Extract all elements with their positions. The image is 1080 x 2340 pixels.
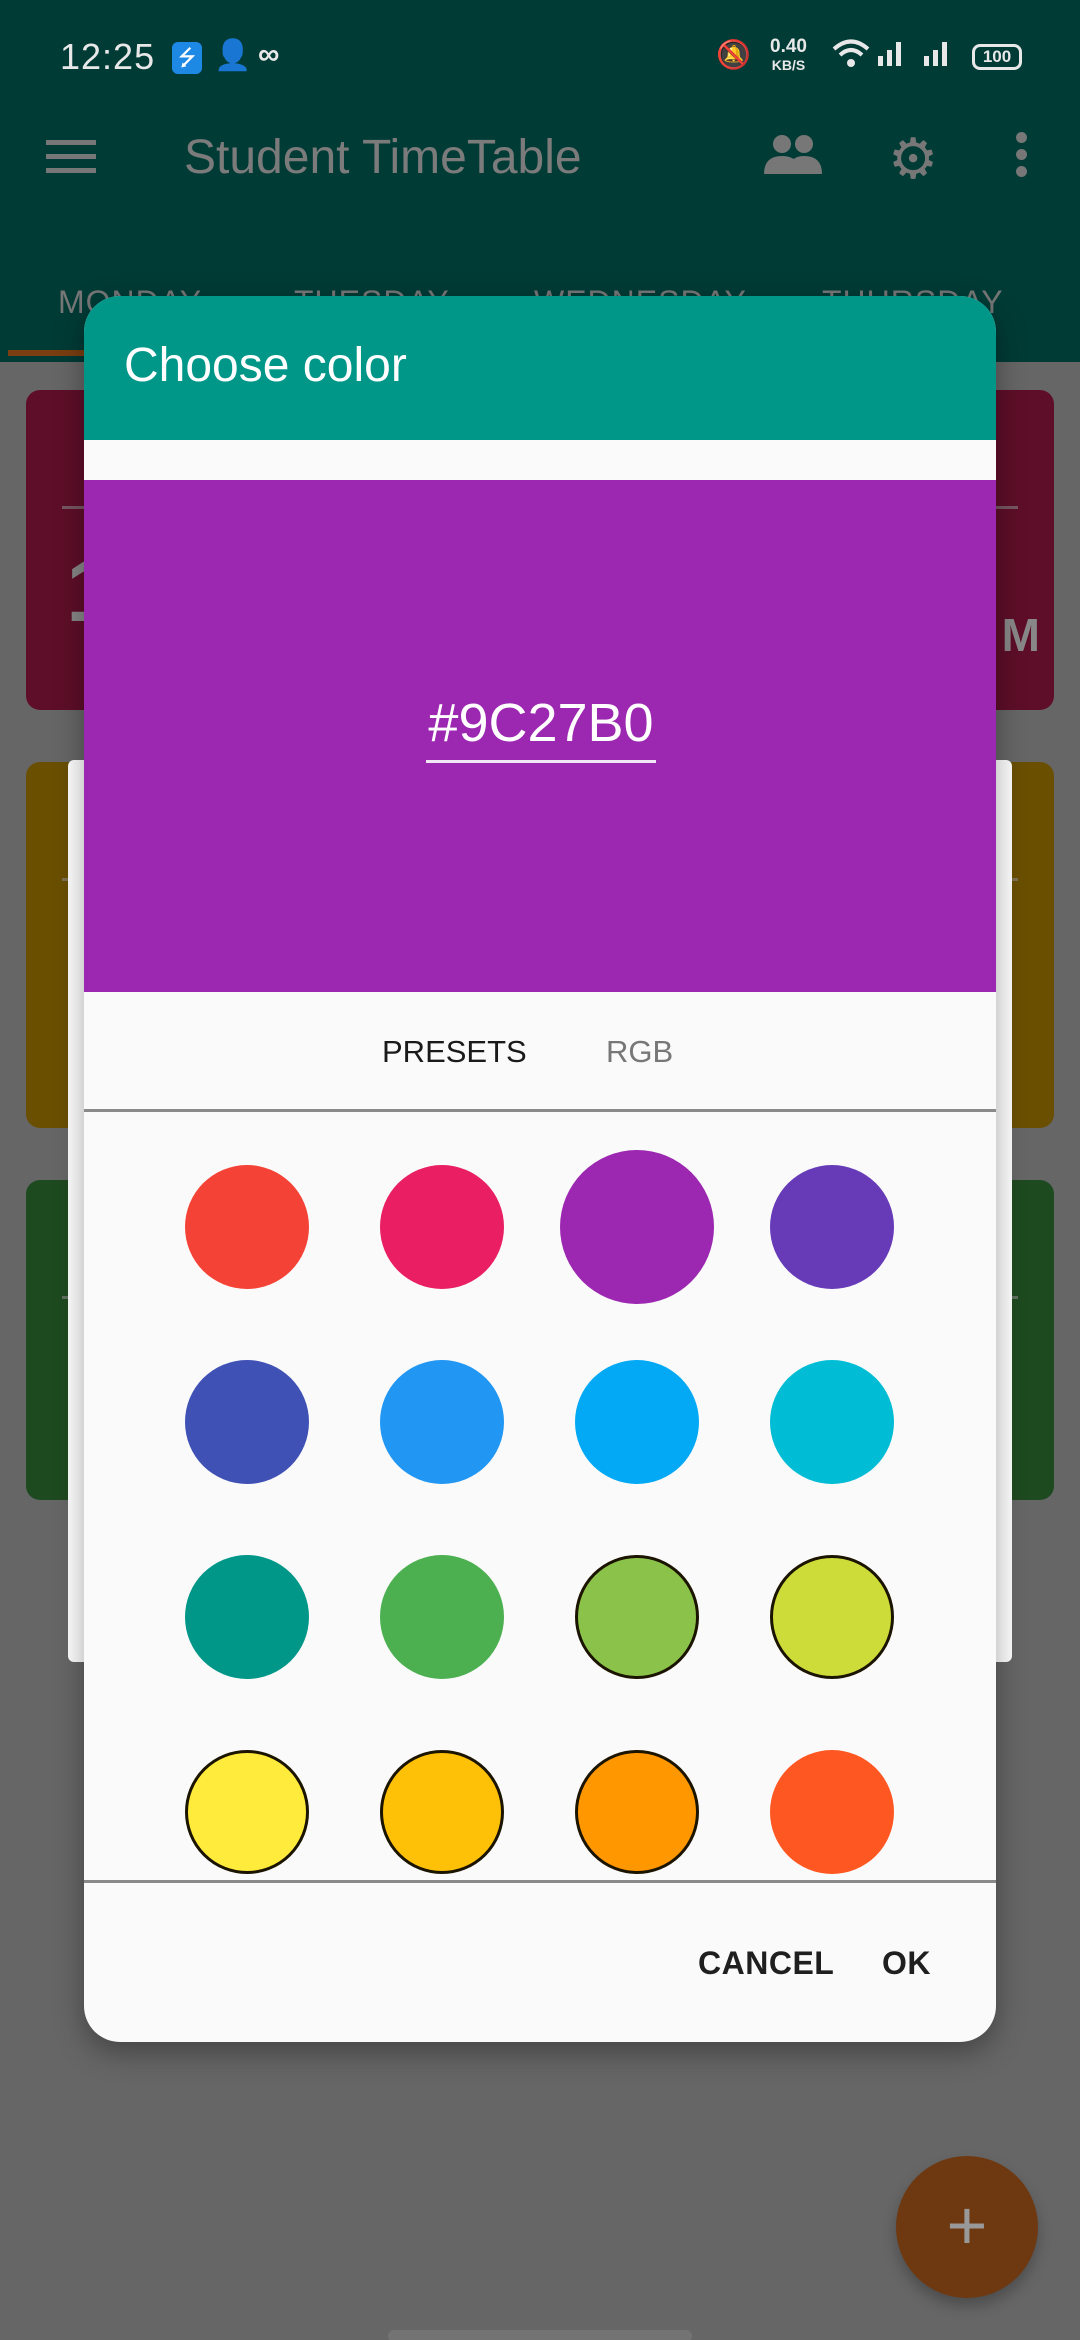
dialog-header: Choose color [84,296,996,440]
dialog-title: Choose color [124,339,407,392]
preset-swatch-grid [84,1112,996,1876]
people-icon[interactable] [764,132,822,187]
color-swatch[interactable] [185,1165,309,1289]
tab-rgb[interactable]: RGB [606,1034,673,1070]
add-subject-fab[interactable]: + [896,2156,1038,2298]
color-mode-tabs: PRESETS RGB [84,992,996,1112]
battery-icon: 100 [972,44,1022,70]
vibrate-silent-icon: 🔕 [716,39,751,70]
cancel-button[interactable]: CANCEL [698,1945,834,1982]
status-time: 12:25 [60,36,156,77]
wifi-icon [832,38,870,78]
color-preview [84,480,996,992]
color-swatch[interactable] [770,1555,894,1679]
color-swatch[interactable] [380,1555,504,1679]
dialog-spacer [84,440,996,480]
color-swatch[interactable] [770,1750,894,1874]
network-speed-unit: KB/S [771,57,806,73]
navigation-gesture-bar[interactable] [388,2330,692,2340]
color-swatch[interactable] [380,1360,504,1484]
color-swatch[interactable] [575,1555,699,1679]
color-swatch[interactable] [185,1360,309,1484]
menu-icon[interactable] [46,140,96,182]
color-swatch[interactable] [185,1555,309,1679]
app-title: Student TimeTable [184,131,582,184]
signal-2-icon [922,38,952,74]
tab-presets[interactable]: PRESETS [382,1034,527,1070]
color-swatch[interactable] [575,1750,699,1874]
add-contact-icon: 👤 [214,39,252,72]
color-swatch[interactable] [575,1360,699,1484]
network-speed: 0.40 KB/S [770,36,807,74]
color-swatch[interactable] [770,1165,894,1289]
more-options-icon[interactable] [1016,132,1028,183]
dialog-actions: CANCEL OK [84,1880,996,2042]
card-ampm-text: M [1001,609,1040,661]
color-swatch[interactable] [770,1360,894,1484]
color-swatch[interactable] [380,1750,504,1874]
choose-color-dialog: Choose color PRESETS RGB CANCEL OK [84,296,996,2042]
loop-icon: ∞ [258,38,280,71]
plus-icon: + [946,2186,988,2264]
network-speed-value: 0.40 [770,36,807,57]
color-swatch[interactable] [380,1165,504,1289]
settings-gear-icon[interactable]: ⚙ [888,126,938,192]
hex-color-input[interactable] [426,692,656,763]
color-swatch-selected[interactable] [560,1150,714,1304]
signal-1-icon [876,38,906,74]
usb-debug-icon: ⭍ [172,42,202,74]
color-swatch[interactable] [185,1750,309,1874]
status-bar: 12:25 ⭍ 👤 ∞ 🔕 0.40 KB/S 100 [0,0,1080,112]
ok-button[interactable]: OK [882,1945,931,1982]
